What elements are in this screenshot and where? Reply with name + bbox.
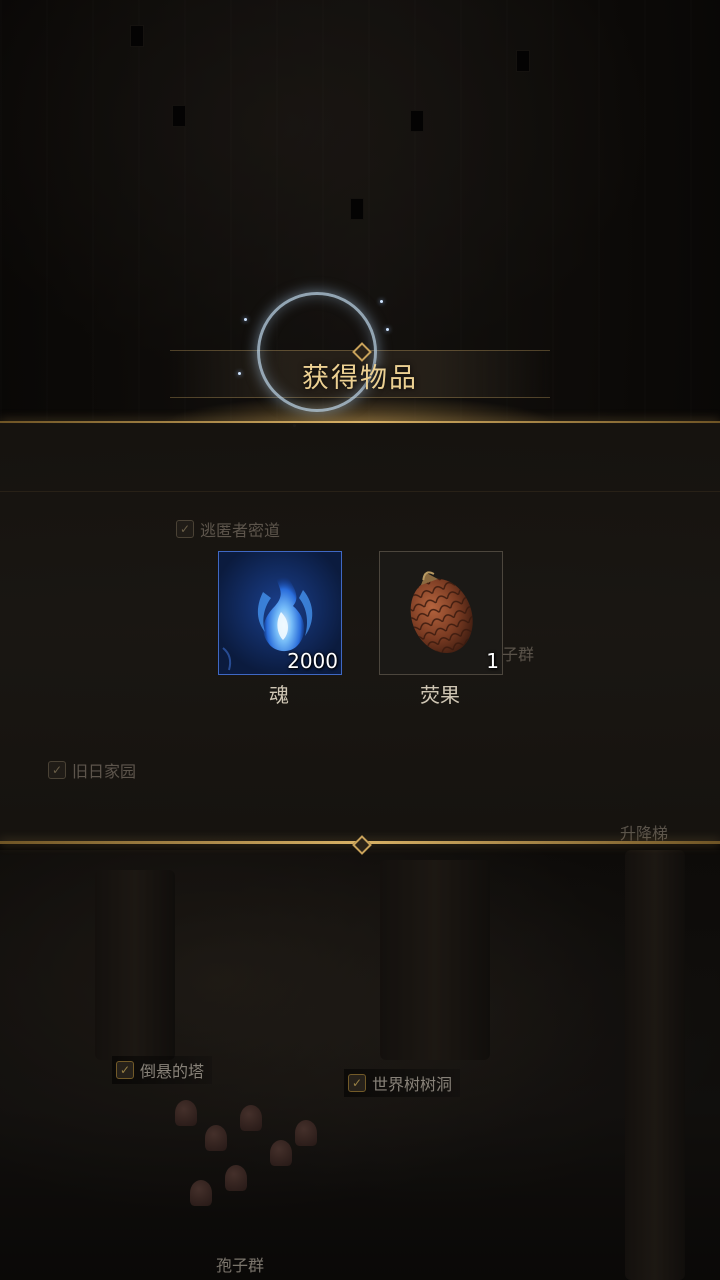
checkmark-icon: ✓: [48, 761, 66, 779]
dialog-title: 获得物品: [302, 363, 418, 394]
divider: [0, 491, 720, 492]
item-name-glowfruit: 荧果: [420, 683, 460, 707]
item-slot-soul[interactable]: 2000: [218, 551, 342, 675]
checkmark-icon: ✓: [176, 520, 194, 538]
sparkle: [380, 300, 383, 303]
map-location-escape-tunnel-faded: ✓ 逃匿者密道: [172, 515, 288, 543]
map-location-old-home-faded: ✓ 旧日家园: [44, 756, 144, 784]
game-screen: ✓ 倒悬的塔 ✓ 世界树树洞 孢子群 获得物品 ✓ 逃匿者密道 ✓ 旧日家园 孢…: [0, 0, 720, 1280]
pinecone-fruit-icon: [410, 571, 473, 654]
sparkle: [244, 318, 247, 321]
sparkle: [386, 328, 389, 331]
item-quantity: 2000: [287, 649, 338, 673]
item-name-soul: 魂: [269, 683, 289, 707]
item-slot-glowfruit[interactable]: 1: [379, 551, 503, 675]
item-quantity: 1: [486, 649, 499, 673]
item-reward-dialog[interactable]: ✓ 逃匿者密道 ✓ 旧日家园 孢子群 升降梯 2000 魂 1 荧果: [0, 423, 720, 843]
